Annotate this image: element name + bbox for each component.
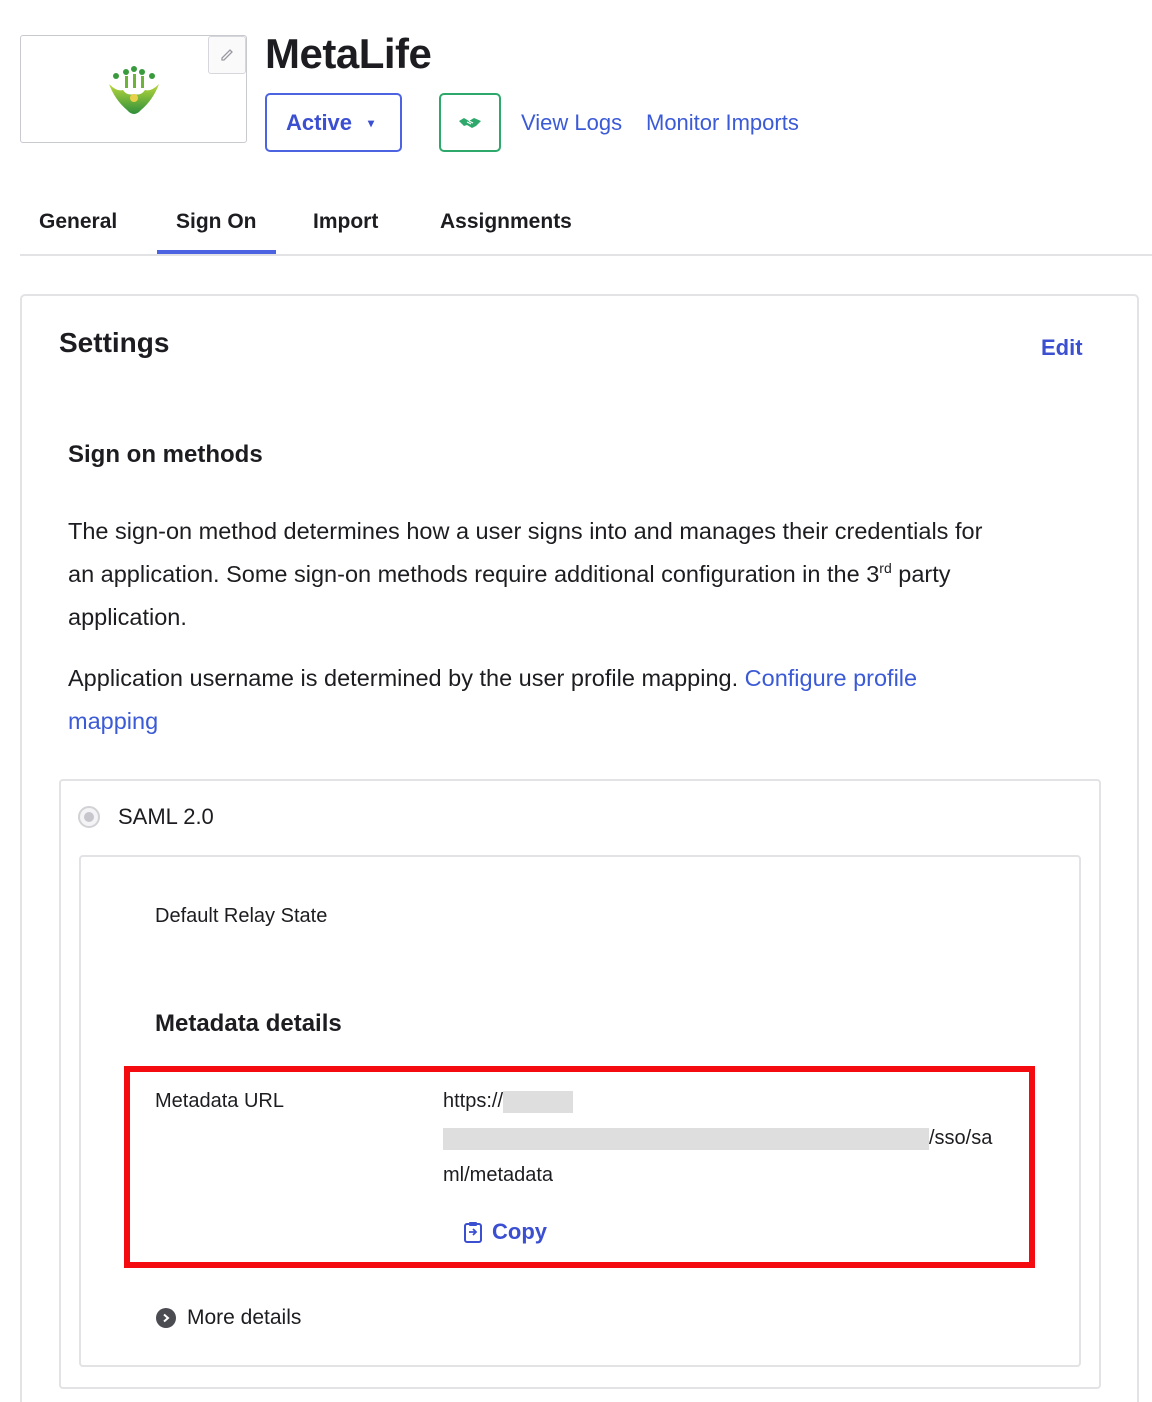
edit-logo-button[interactable] — [208, 36, 246, 74]
tab-general[interactable]: General — [39, 210, 117, 234]
tab-bar: General Sign On Import Assignments — [20, 196, 1152, 256]
username-text: Application username is determined by th… — [68, 665, 739, 691]
app-logo-box — [20, 35, 247, 143]
description-line-2: an application. Some sign-on methods req… — [68, 560, 951, 587]
description-line-1: The sign-on method determines how a user… — [68, 518, 983, 544]
username-description: Application username is determined by th… — [68, 657, 1108, 743]
provisioning-button[interactable] — [439, 93, 501, 152]
view-logs-link[interactable]: View Logs — [521, 110, 622, 136]
more-details-toggle[interactable]: More details — [156, 1306, 301, 1330]
monitor-imports-link[interactable]: Monitor Imports — [646, 110, 799, 136]
saml-radio[interactable] — [78, 806, 100, 828]
active-tab-indicator — [157, 250, 276, 254]
chevron-down-icon: ▾ — [368, 115, 375, 130]
copy-label: Copy — [492, 1219, 547, 1244]
description-line-3: application. — [68, 604, 187, 630]
highlight-box — [124, 1066, 1035, 1268]
default-relay-state-label: Default Relay State — [155, 905, 328, 927]
edit-settings-button[interactable]: Edit — [1041, 335, 1083, 361]
metadata-details-heading: Metadata details — [155, 1010, 342, 1037]
handshake-icon — [459, 117, 481, 128]
configure-profile-mapping-link[interactable]: Configure profile — [745, 665, 917, 691]
more-details-label: More details — [187, 1306, 302, 1329]
saml-label: SAML 2.0 — [118, 804, 214, 829]
status-dropdown-button[interactable]: Active ▾ — [265, 93, 402, 152]
status-label: Active — [286, 109, 353, 135]
pencil-icon — [221, 49, 233, 61]
chevron-right-circle-icon — [156, 1308, 176, 1328]
sign-on-description: The sign-on method determines how a user… — [68, 510, 1108, 639]
sign-on-methods-heading: Sign on methods — [68, 441, 263, 468]
settings-title: Settings — [59, 327, 170, 358]
clipboard-icon — [464, 1222, 482, 1243]
app-title: MetaLife — [265, 30, 432, 77]
tab-import[interactable]: Import — [313, 210, 378, 234]
copy-metadata-url-button[interactable]: Copy — [463, 1219, 547, 1245]
metalife-logo — [109, 66, 159, 114]
tab-sign-on[interactable]: Sign On — [176, 210, 257, 234]
configure-profile-mapping-link-cont[interactable]: mapping — [68, 708, 158, 734]
tab-assignments[interactable]: Assignments — [440, 210, 572, 234]
